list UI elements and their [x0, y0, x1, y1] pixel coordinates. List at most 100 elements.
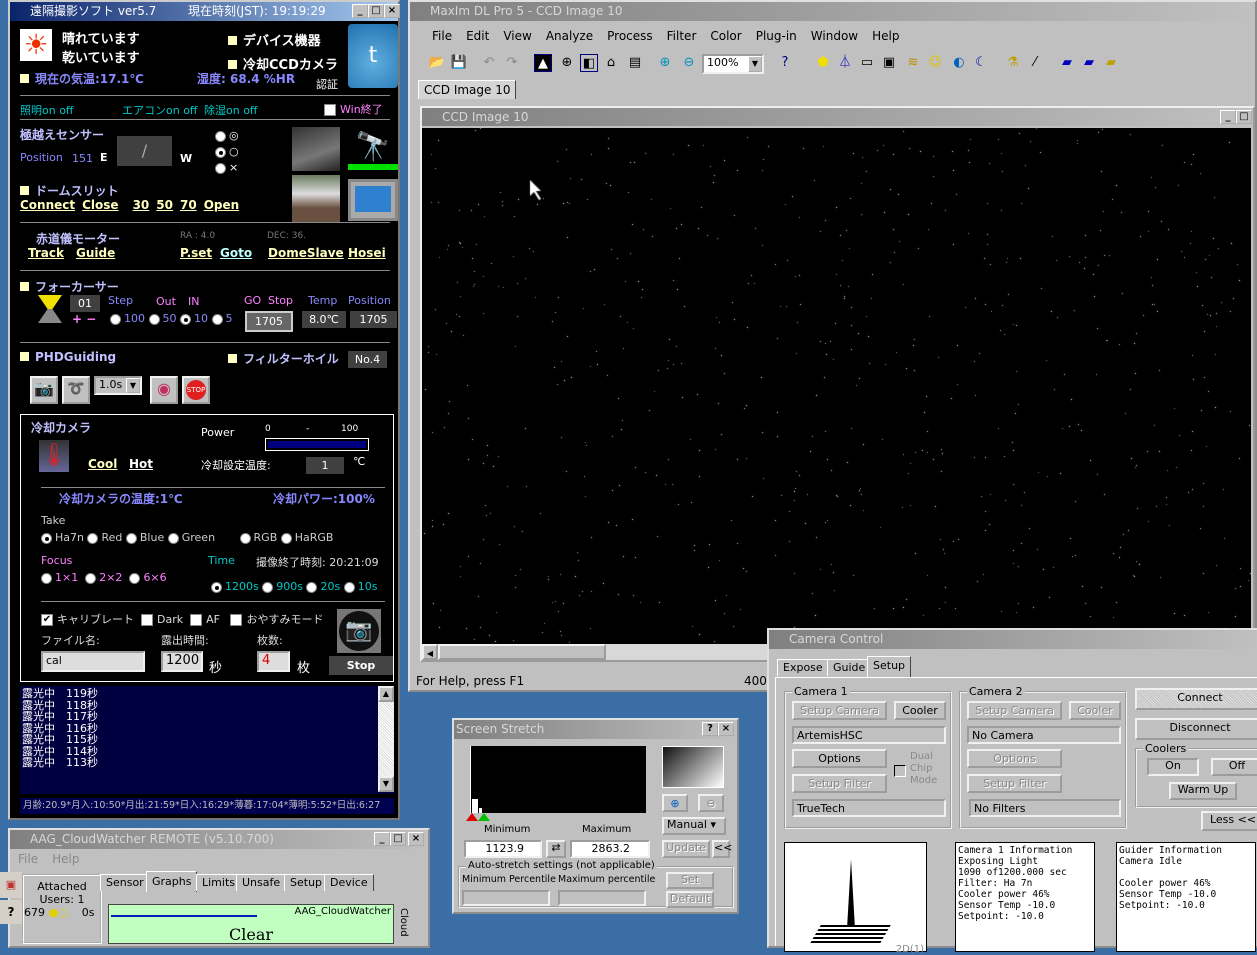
menu-help[interactable]: Help	[872, 29, 899, 43]
dome-connect-link[interactable]: Connect	[20, 198, 75, 212]
focuser-toggle[interactable]: フォーカーサー	[20, 278, 119, 295]
screen-stretch-icon[interactable]: ▲	[534, 54, 552, 72]
light-toggle[interactable]: 照明on off	[20, 102, 74, 118]
phd-camera-icon[interactable]: 📷	[30, 376, 58, 404]
filter-radios[interactable]: Ha7n Red Blue Green RGB HaRGB	[41, 531, 333, 544]
document-tab[interactable]: CCD Image 10	[418, 80, 517, 99]
menu-edit[interactable]: Edit	[466, 29, 489, 43]
tool-icon-7[interactable]: ▰	[1102, 54, 1120, 72]
tab-setup[interactable]: Setup	[867, 656, 912, 678]
tool-icon-3[interactable]: ≋	[904, 54, 922, 72]
help-pointer-icon[interactable]: ?	[776, 54, 794, 72]
hosei-link[interactable]: Hosei	[348, 246, 386, 260]
option-checkboxes[interactable]: ✔ キャリブレート Dark AF おやすみモード	[41, 611, 323, 627]
minimize-button[interactable]: _	[352, 4, 368, 18]
tray-app-icon[interactable]: ▣	[0, 872, 22, 898]
plot-mode-label[interactable]: 2D(1)	[896, 944, 924, 955]
focuser-target-input[interactable]: 1705	[245, 311, 293, 332]
focuser-go-button[interactable]: GO	[244, 294, 261, 307]
filename-input[interactable]: cal	[41, 651, 145, 672]
maximize-button[interactable]: □	[1236, 110, 1252, 124]
log-scrollbar[interactable]: ▲ ▼	[378, 686, 394, 792]
menu-window[interactable]: Window	[811, 29, 858, 43]
setup-filter1-button[interactable]: Setup Filter	[792, 774, 887, 793]
max-percentile-input[interactable]	[558, 890, 646, 906]
dome-close-link[interactable]: Close	[82, 198, 118, 212]
zoom-out-icon[interactable]: ⊖	[698, 794, 724, 812]
minimum-input[interactable]: 1123.9	[464, 840, 542, 858]
focuser-stop-button[interactable]: Stop	[268, 294, 293, 307]
moon-icon[interactable]: ☾	[972, 54, 990, 72]
close-button[interactable]: ×	[718, 722, 734, 736]
dome-70-link[interactable]: 70	[180, 198, 197, 212]
menu-help[interactable]: Help	[52, 852, 79, 866]
count-input[interactable]: 4	[257, 651, 290, 672]
tab-expose[interactable]: Expose	[777, 659, 829, 676]
tool-icon-6[interactable]: ▰	[1080, 54, 1098, 72]
tool-icon-4[interactable]: ⚗	[1004, 54, 1022, 72]
observatory-icon[interactable]: ⌂	[602, 54, 620, 72]
set-button[interactable]: Set	[666, 872, 714, 889]
crosshair-icon[interactable]: ⊕	[558, 54, 576, 72]
close-button[interactable]: ×	[408, 832, 424, 846]
scroll-up-icon[interactable]: ▲	[378, 686, 394, 702]
cool-link[interactable]: Cool	[88, 457, 117, 471]
ccd-image[interactable]	[422, 128, 1251, 644]
focuser-plus-minus[interactable]: + −	[72, 312, 96, 326]
menu-plugin[interactable]: Plug-in	[756, 29, 797, 43]
tab-sensor[interactable]: Sensor	[100, 874, 150, 891]
options2-button[interactable]: Options	[967, 749, 1062, 768]
update-button[interactable]: Update	[662, 840, 710, 858]
telescope-icon[interactable]: 🔭	[348, 127, 398, 170]
cooler1-button[interactable]: Cooler	[894, 701, 946, 720]
hot-link[interactable]: Hot	[129, 457, 153, 471]
pset-link[interactable]: P.set	[180, 246, 212, 260]
star-icon[interactable]: ⬟	[814, 54, 832, 72]
dehumidifier-toggle[interactable]: 除湿on off	[204, 102, 258, 118]
tab-setup[interactable]: Setup	[284, 874, 329, 891]
phd-stop-icon[interactable]: STOP	[182, 376, 210, 404]
connect-button[interactable]: Connect	[1135, 688, 1257, 710]
warm-up-button[interactable]: Warm Up	[1169, 782, 1237, 800]
settings-icon[interactable]: ▤	[626, 54, 644, 72]
zoom-select[interactable]: 100% ▼	[702, 54, 764, 74]
collapse-button[interactable]: <<	[712, 840, 732, 858]
redo-icon[interactable]: ↷	[503, 54, 521, 72]
max-marker-icon[interactable]	[478, 813, 490, 821]
wand-icon[interactable]: ⁄	[1026, 54, 1044, 72]
device-toggle[interactable]: デバイス機器	[228, 30, 321, 49]
maximize-button[interactable]: □	[390, 832, 406, 846]
dome-icon[interactable]: ⏃	[836, 54, 854, 72]
menu-file[interactable]: File	[18, 852, 38, 866]
tray-help-icon[interactable]: ?	[0, 900, 22, 924]
zoom-in-icon[interactable]: ⊕	[662, 794, 688, 812]
out-label[interactable]: Out	[156, 295, 176, 308]
goto-link[interactable]: Goto	[220, 246, 252, 260]
dome-image[interactable]	[292, 175, 340, 222]
phd-loop-icon[interactable]: ➰	[62, 376, 90, 404]
capture-stop-button[interactable]: Stop	[329, 656, 393, 675]
in-label[interactable]: IN	[188, 295, 199, 308]
dome-open-link[interactable]: Open	[204, 198, 239, 212]
undo-icon[interactable]: ↶	[480, 54, 498, 72]
aircon-toggle[interactable]: エアコンon off	[122, 102, 198, 118]
dual-chip-checkbox[interactable]	[894, 765, 906, 777]
cooler2-button[interactable]: Cooler	[1069, 701, 1121, 720]
set-temp-input[interactable]: 1	[306, 457, 344, 474]
step-radios[interactable]: 100 50 10 5	[110, 312, 233, 325]
tool-icon-1[interactable]: ▭	[858, 54, 876, 72]
tab-guide[interactable]: Guide	[827, 659, 872, 676]
comet-image[interactable]	[292, 127, 340, 171]
dome-slit-toggle[interactable]: ドームスリット	[20, 182, 119, 199]
chevron-down-icon[interactable]: ▼	[126, 378, 140, 393]
camera-control-icon[interactable]: ◧	[580, 54, 598, 72]
tab-limits[interactable]: Limits	[196, 874, 241, 891]
less-button[interactable]: Less <<	[1201, 811, 1257, 831]
tab-unsafe[interactable]: Unsafe	[236, 874, 287, 891]
dome-50-link[interactable]: 50	[156, 198, 173, 212]
tool-icon-2[interactable]: ▣	[880, 54, 898, 72]
default-button[interactable]: Default	[666, 891, 714, 908]
save-icon[interactable]: 💾	[450, 54, 468, 72]
tab-device[interactable]: Device	[324, 874, 374, 891]
setup-camera1-button[interactable]: Setup Camera	[792, 701, 887, 720]
